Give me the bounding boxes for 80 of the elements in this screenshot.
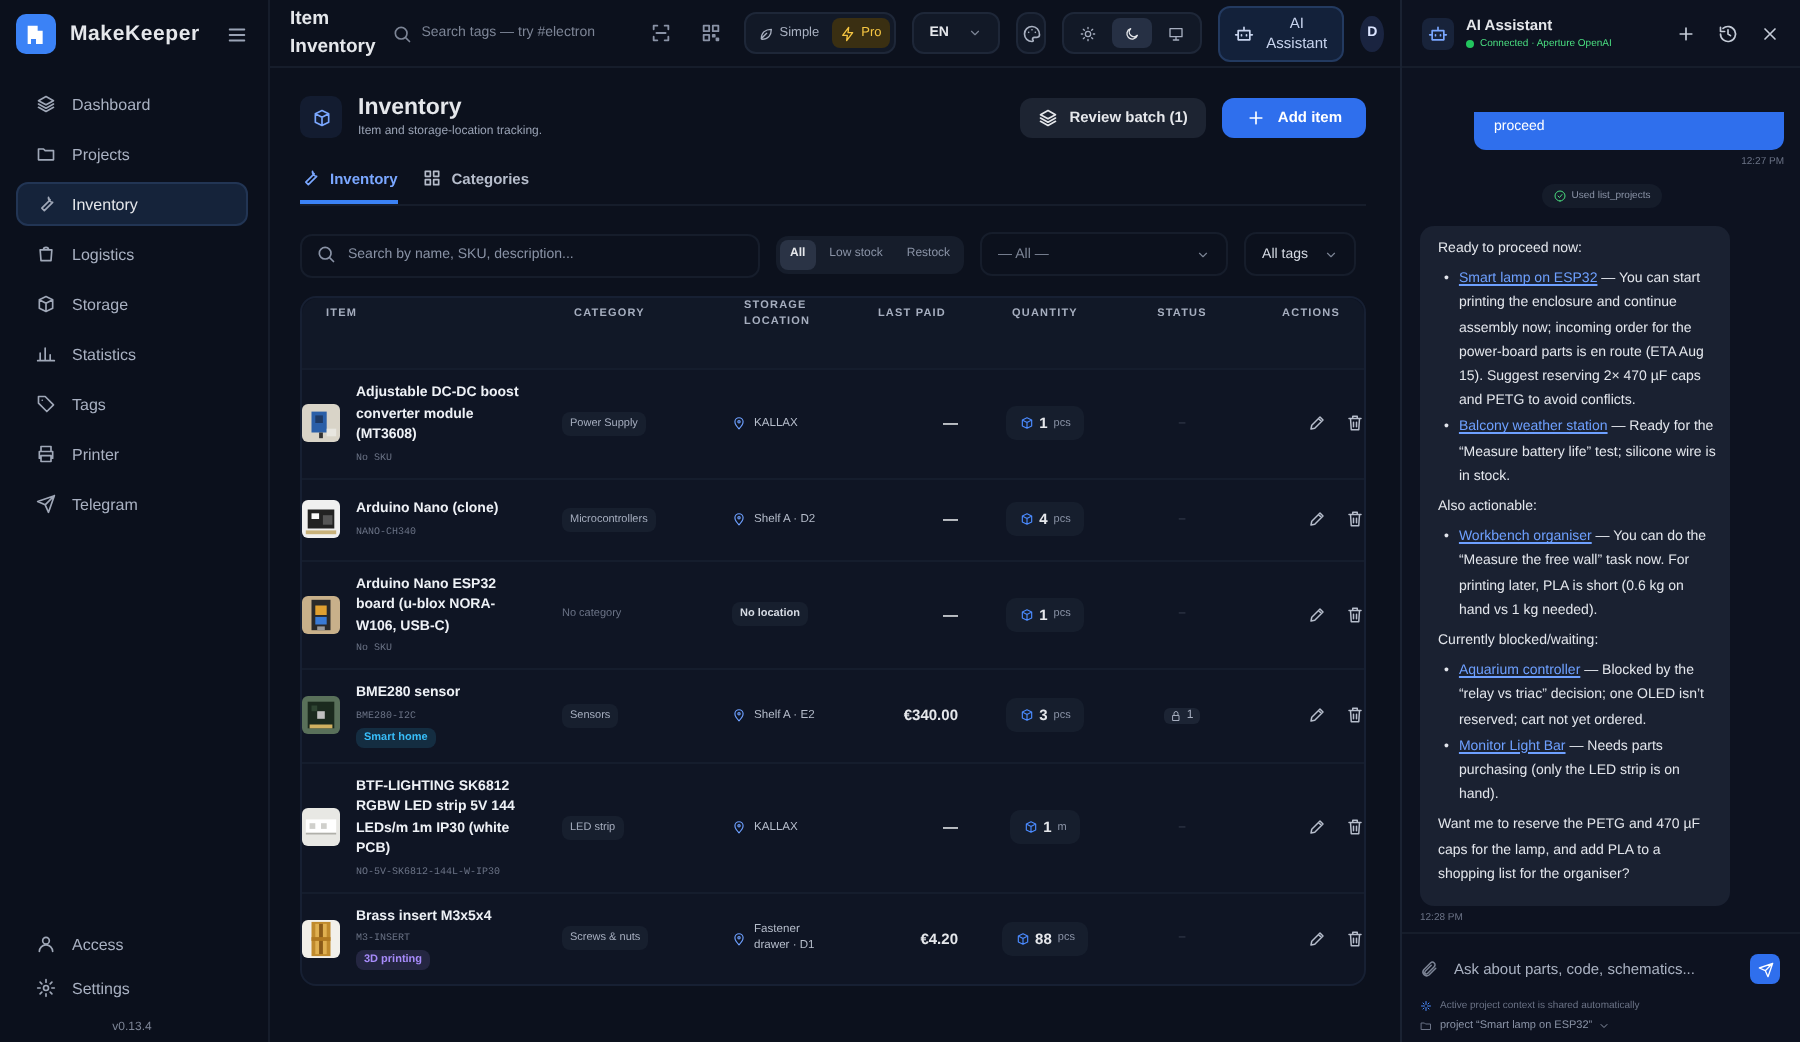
sidebar-item[interactable]: Projects bbox=[16, 132, 248, 176]
app-name: MakeKeeper bbox=[70, 22, 202, 46]
pencil-icon[interactable] bbox=[1308, 929, 1326, 948]
layers-icon bbox=[1037, 107, 1058, 127]
folder-icon bbox=[36, 144, 56, 164]
pencil-icon[interactable] bbox=[1308, 605, 1326, 624]
palette-button[interactable] bbox=[1016, 12, 1047, 54]
plus-icon bbox=[1245, 107, 1266, 127]
bag-icon bbox=[36, 244, 56, 264]
scan-icon[interactable] bbox=[649, 22, 672, 44]
box-icon bbox=[311, 107, 331, 127]
chevron-down-icon bbox=[1324, 247, 1339, 261]
robot-icon bbox=[1234, 23, 1255, 43]
pin-icon bbox=[732, 931, 746, 946]
sidebar-item[interactable]: Logistics bbox=[16, 232, 248, 276]
printer-icon bbox=[36, 444, 56, 464]
pencil-icon[interactable] bbox=[1308, 706, 1326, 725]
pencil-icon[interactable] bbox=[1308, 414, 1326, 433]
sidebar-item[interactable]: Tags bbox=[16, 382, 248, 426]
trash-icon[interactable] bbox=[1346, 706, 1364, 725]
bolt-icon bbox=[839, 25, 856, 41]
history-icon[interactable] bbox=[1718, 23, 1738, 43]
grid-icon bbox=[421, 168, 442, 188]
lock-icon bbox=[1170, 709, 1183, 722]
app-logo bbox=[16, 14, 56, 54]
pin-icon bbox=[732, 708, 746, 723]
moon-icon bbox=[1124, 25, 1141, 41]
sidebar-item[interactable]: Statistics bbox=[16, 332, 248, 376]
paperclip-icon[interactable] bbox=[1420, 960, 1438, 978]
plus-icon[interactable] bbox=[1676, 23, 1696, 43]
box-icon bbox=[1019, 708, 1034, 723]
sidebar-item[interactable]: Access bbox=[16, 922, 248, 966]
send-button[interactable] bbox=[1750, 954, 1780, 984]
palette-icon bbox=[1021, 23, 1042, 43]
chart-icon bbox=[36, 344, 56, 364]
send-icon bbox=[36, 494, 56, 514]
pin-icon bbox=[732, 416, 746, 431]
trash-icon[interactable] bbox=[1346, 929, 1364, 948]
search-icon bbox=[316, 244, 336, 264]
sidebar-item[interactable]: Storage bbox=[16, 282, 248, 326]
page-heading: Inventory bbox=[358, 96, 464, 120]
trash-icon[interactable] bbox=[1346, 818, 1364, 836]
sun-icon bbox=[1080, 25, 1097, 41]
trash-icon[interactable] bbox=[1346, 510, 1364, 528]
box-icon bbox=[1015, 931, 1030, 946]
moon-toggle[interactable] bbox=[1112, 18, 1153, 48]
pencil-icon[interactable] bbox=[1308, 818, 1326, 836]
qr-code-icon[interactable] bbox=[699, 22, 722, 44]
trash-icon[interactable] bbox=[1346, 414, 1364, 433]
pin-icon bbox=[732, 512, 746, 526]
box-icon bbox=[1019, 416, 1034, 431]
chevron-down-icon bbox=[968, 26, 983, 40]
folder-icon bbox=[1420, 1020, 1432, 1032]
pin-icon bbox=[732, 820, 746, 834]
pencil-icon[interactable] bbox=[1308, 510, 1326, 528]
sidebar-item[interactable]: Telegram bbox=[16, 482, 248, 526]
page-title: Item Inventory bbox=[290, 5, 376, 61]
search-icon bbox=[391, 23, 412, 43]
sparkle-icon bbox=[1420, 1000, 1432, 1012]
robot-icon bbox=[1428, 23, 1448, 43]
trash-icon[interactable] bbox=[1346, 605, 1364, 624]
settings-icon bbox=[36, 978, 56, 998]
box-icon bbox=[1019, 607, 1034, 622]
menu-icon[interactable] bbox=[226, 23, 248, 45]
leaf-icon bbox=[757, 25, 774, 41]
tag-icon bbox=[36, 394, 56, 414]
layers-icon bbox=[36, 94, 56, 114]
sidebar-item[interactable]: Dashboard bbox=[16, 82, 248, 126]
sidebar-item[interactable]: Inventory bbox=[16, 182, 248, 226]
send-icon bbox=[1757, 961, 1773, 977]
box-icon bbox=[36, 294, 56, 314]
box-icon bbox=[1023, 820, 1038, 834]
monitor-icon bbox=[1168, 25, 1185, 41]
user-icon bbox=[36, 934, 56, 954]
box-icon bbox=[1019, 512, 1034, 526]
chevron-down-icon bbox=[1598, 1020, 1611, 1032]
sidebar-item[interactable]: Settings bbox=[16, 966, 248, 1010]
sidebar-item[interactable]: Printer bbox=[16, 432, 248, 476]
chevron-down-icon bbox=[1196, 247, 1211, 261]
close-icon[interactable] bbox=[1760, 23, 1780, 43]
